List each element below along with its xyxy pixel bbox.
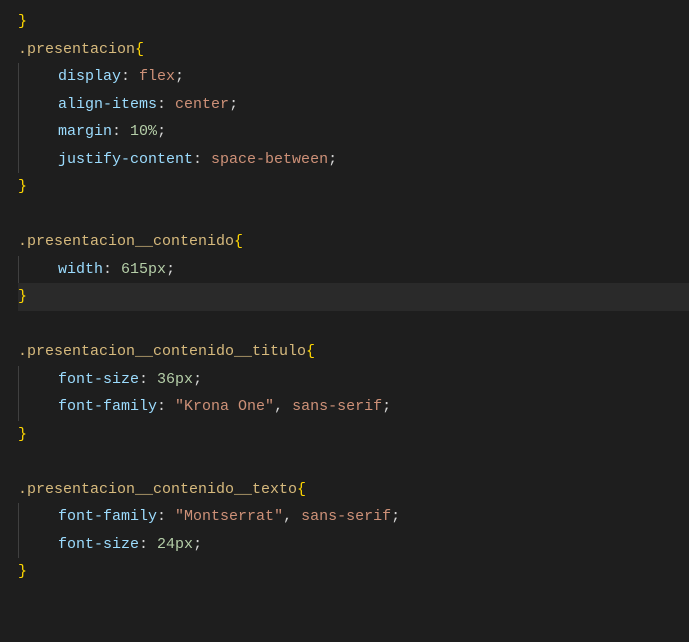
code-line[interactable]: width: 615px;	[18, 256, 689, 284]
code-editor[interactable]: }.presentacion{ display: flex; align-ite…	[18, 8, 689, 586]
css-property: font-size	[58, 536, 139, 553]
css-number: 36	[157, 371, 175, 388]
code-line[interactable]: }	[18, 283, 689, 311]
code-line[interactable]: .presentacion__contenido__titulo{	[18, 338, 689, 366]
code-line[interactable]	[18, 311, 689, 339]
css-string: "Montserrat"	[175, 508, 283, 525]
indent-guide	[18, 63, 58, 91]
code-line[interactable]: margin: 10%;	[18, 118, 689, 146]
close-brace: }	[18, 563, 27, 580]
colon: :	[193, 151, 211, 168]
css-property: justify-content	[58, 151, 193, 168]
css-property: align-items	[58, 96, 157, 113]
css-selector: .presentacion__contenido__titulo	[18, 343, 306, 360]
code-line[interactable]	[18, 448, 689, 476]
close-brace: }	[18, 13, 27, 30]
indent-guide	[18, 503, 58, 531]
indent-guide	[18, 393, 58, 421]
semicolon: ;	[391, 508, 400, 525]
semicolon: ;	[157, 123, 166, 140]
css-property: font-family	[58, 398, 157, 415]
code-line[interactable]: font-family: "Krona One", sans-serif;	[18, 393, 689, 421]
css-unit: %	[148, 123, 157, 140]
code-line[interactable]: }	[18, 558, 689, 586]
css-selector: .presentacion	[18, 41, 135, 58]
css-number: 10	[130, 123, 148, 140]
css-unit: px	[175, 371, 193, 388]
css-number: 24	[157, 536, 175, 553]
code-line[interactable]: display: flex;	[18, 63, 689, 91]
css-selector: .presentacion__contenido	[18, 233, 234, 250]
colon: :	[103, 261, 121, 278]
semicolon: ;	[229, 96, 238, 113]
css-value: flex	[139, 68, 175, 85]
comma: ,	[274, 398, 292, 415]
css-property: display	[58, 68, 121, 85]
css-unit: px	[175, 536, 193, 553]
code-line[interactable]: .presentacion__contenido{	[18, 228, 689, 256]
css-property: font-family	[58, 508, 157, 525]
css-string: "Krona One"	[175, 398, 274, 415]
semicolon: ;	[193, 371, 202, 388]
code-line[interactable]: }	[18, 8, 689, 36]
indent-guide	[18, 91, 58, 119]
code-line[interactable]: .presentacion{	[18, 36, 689, 64]
close-brace: }	[18, 288, 27, 305]
code-line[interactable]: }	[18, 173, 689, 201]
code-line[interactable]: align-items: center;	[18, 91, 689, 119]
open-brace: {	[234, 233, 243, 250]
colon: :	[157, 398, 175, 415]
colon: :	[112, 123, 130, 140]
open-brace: {	[135, 41, 144, 58]
colon: :	[157, 508, 175, 525]
css-value: sans-serif	[301, 508, 391, 525]
css-property: font-size	[58, 371, 139, 388]
semicolon: ;	[175, 68, 184, 85]
css-number: 615	[121, 261, 148, 278]
semicolon: ;	[193, 536, 202, 553]
indent-guide	[18, 366, 58, 394]
colon: :	[121, 68, 139, 85]
indent-guide	[18, 256, 58, 284]
css-property: width	[58, 261, 103, 278]
semicolon: ;	[382, 398, 391, 415]
css-value: center	[175, 96, 229, 113]
semicolon: ;	[328, 151, 337, 168]
code-line[interactable]	[18, 201, 689, 229]
colon: :	[139, 371, 157, 388]
css-selector: .presentacion__contenido__texto	[18, 481, 297, 498]
code-line[interactable]: font-size: 36px;	[18, 366, 689, 394]
css-property: margin	[58, 123, 112, 140]
close-brace: }	[18, 178, 27, 195]
colon: :	[157, 96, 175, 113]
code-line[interactable]: font-size: 24px;	[18, 531, 689, 559]
css-value: space-between	[211, 151, 328, 168]
open-brace: {	[297, 481, 306, 498]
close-brace: }	[18, 426, 27, 443]
colon: :	[139, 536, 157, 553]
open-brace: {	[306, 343, 315, 360]
comma: ,	[283, 508, 301, 525]
css-unit: px	[148, 261, 166, 278]
css-value: sans-serif	[292, 398, 382, 415]
code-line[interactable]: justify-content: space-between;	[18, 146, 689, 174]
code-line[interactable]: .presentacion__contenido__texto{	[18, 476, 689, 504]
code-line[interactable]: }	[18, 421, 689, 449]
indent-guide	[18, 118, 58, 146]
code-line[interactable]: font-family: "Montserrat", sans-serif;	[18, 503, 689, 531]
indent-guide	[18, 531, 58, 559]
indent-guide	[18, 146, 58, 174]
semicolon: ;	[166, 261, 175, 278]
